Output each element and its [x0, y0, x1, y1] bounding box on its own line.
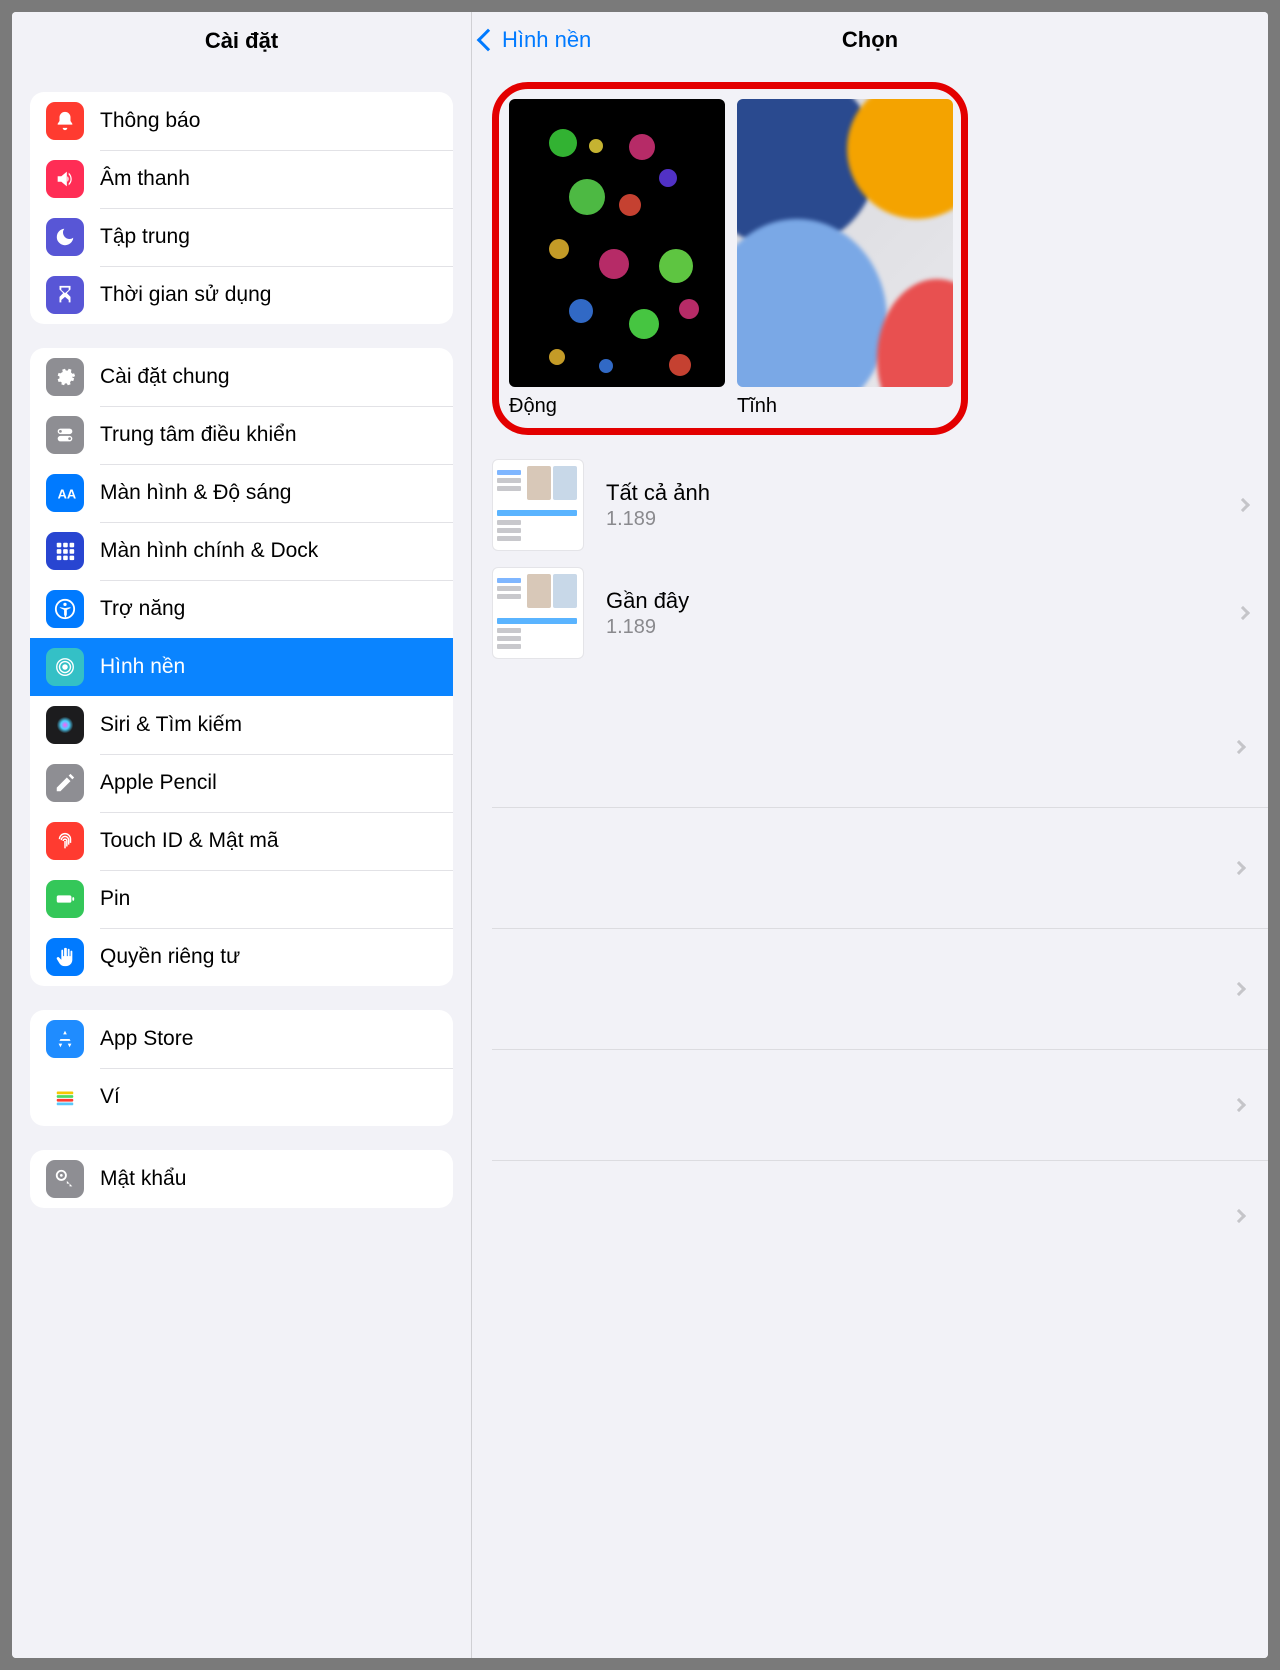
album-list: Tất cả ảnh1.189Gần đây1.189 — [472, 451, 1268, 667]
sidebar-item-grid[interactable]: Màn hình chính & Dock — [30, 522, 453, 580]
list-row[interactable] — [472, 687, 1268, 807]
back-label: Hình nền — [502, 27, 591, 53]
sidebar-item-label: Thông báo — [100, 109, 437, 133]
detail-title: Chọn — [842, 27, 898, 53]
sidebar-item-label: Touch ID & Mật mã — [100, 829, 437, 853]
list-row[interactable] — [472, 1161, 1268, 1271]
album-row[interactable]: Gần đây1.189 — [472, 559, 1268, 667]
display-icon: AA — [46, 474, 84, 512]
sidebar-item-siri[interactable]: Siri & Tìm kiếm — [30, 696, 453, 754]
appstore-icon — [46, 1020, 84, 1058]
sidebar-item-fingerprint[interactable]: Touch ID & Mật mã — [30, 812, 453, 870]
sidebar-item-label: Tập trung — [100, 225, 437, 249]
sidebar-title: Cài đặt — [12, 12, 471, 68]
detail-header: Hình nền Chọn — [472, 12, 1268, 68]
sidebar-item-label: Pin — [100, 887, 437, 911]
list-row[interactable] — [472, 929, 1268, 1049]
sidebar-item-moon[interactable]: Tập trung — [30, 208, 453, 266]
sidebar-item-speaker[interactable]: Âm thanh — [30, 150, 453, 208]
key-icon — [46, 1160, 84, 1198]
sidebar-section: Mật khẩu — [30, 1150, 453, 1208]
sidebar-item-hourglass[interactable]: Thời gian sử dụng — [30, 266, 453, 324]
speaker-icon — [46, 160, 84, 198]
sidebar-item-label: Trợ năng — [100, 597, 437, 621]
wallpaper-type-dynamic[interactable]: Động — [509, 99, 725, 418]
settings-sidebar: Cài đặt Thông báo Âm thanh Tập trung Thời g… — [12, 12, 472, 1658]
list-row[interactable] — [472, 808, 1268, 928]
sidebar-item-label: Thời gian sử dụng — [100, 283, 437, 307]
sidebar-item-label: Trung tâm điều khiển — [100, 423, 437, 447]
still-wallpaper-thumb — [737, 99, 953, 387]
chevron-right-icon — [1232, 982, 1246, 996]
chevron-right-icon — [1236, 606, 1250, 620]
sidebar-item-switches[interactable]: Trung tâm điều khiển — [30, 406, 453, 464]
album-title: Gần đây — [606, 588, 1238, 614]
back-button[interactable]: Hình nền — [480, 27, 591, 53]
accessibility-icon — [46, 590, 84, 628]
switches-icon — [46, 416, 84, 454]
sidebar-item-bell[interactable]: Thông báo — [30, 92, 453, 150]
sidebar-item-label: Âm thanh — [100, 167, 437, 191]
settings-split-view: Cài đặt Thông báo Âm thanh Tập trung Thời g… — [12, 12, 1268, 1658]
album-thumb — [492, 567, 584, 659]
pencil-icon — [46, 764, 84, 802]
sidebar-item-gear[interactable]: Cài đặt chung — [30, 348, 453, 406]
svg-text:AA: AA — [58, 487, 76, 502]
album-count: 1.189 — [606, 616, 1238, 639]
bell-icon — [46, 102, 84, 140]
sidebar-item-label: Cài đặt chung — [100, 365, 437, 389]
wallpaper-types-highlight: Động Tĩnh — [492, 82, 968, 435]
sidebar-item-key[interactable]: Mật khẩu — [30, 1150, 453, 1208]
album-row[interactable]: Tất cả ảnh1.189 — [472, 451, 1268, 559]
battery-icon — [46, 880, 84, 918]
grid-icon — [46, 532, 84, 570]
album-thumb — [492, 459, 584, 551]
sidebar-section: Cài đặt chung Trung tâm điều khiển AA Màn h… — [30, 348, 453, 986]
sidebar-item-label: Màn hình & Độ sáng — [100, 481, 437, 505]
dynamic-wallpaper-thumb — [509, 99, 725, 387]
additional-rows — [472, 687, 1268, 1271]
fingerprint-icon — [46, 822, 84, 860]
chevron-right-icon — [1232, 1209, 1246, 1223]
wallpaper-type-label: Động — [509, 395, 725, 418]
sidebar-section: Thông báo Âm thanh Tập trung Thời gian sử d… — [30, 92, 453, 324]
sidebar-item-label: Ví — [100, 1085, 437, 1109]
chevron-right-icon — [1232, 861, 1246, 875]
album-count: 1.189 — [606, 508, 1238, 531]
chevron-right-icon — [1232, 740, 1246, 754]
wallpaper-type-still[interactable]: Tĩnh — [737, 99, 953, 418]
sidebar-item-label: Hình nền — [100, 655, 437, 679]
sidebar-item-label: App Store — [100, 1027, 437, 1051]
hourglass-icon — [46, 276, 84, 314]
siri-icon — [46, 706, 84, 744]
sidebar-item-label: Màn hình chính & Dock — [100, 539, 437, 563]
detail-content: ĐộngTĩnh Tất cả ảnh1.189Gần đây1.189 — [472, 68, 1268, 1658]
sidebar-item-label: Siri & Tìm kiếm — [100, 713, 437, 737]
chevron-right-icon — [1236, 498, 1250, 512]
detail-panel: Hình nền Chọn ĐộngTĩnh Tất cả ảnh1.189Gầ… — [472, 12, 1268, 1658]
sidebar-item-pencil[interactable]: Apple Pencil — [30, 754, 453, 812]
sidebar-section: App Store Ví — [30, 1010, 453, 1126]
wallet-icon — [46, 1078, 84, 1116]
sidebar-item-hand[interactable]: Quyền riêng tư — [30, 928, 453, 986]
moon-icon — [46, 218, 84, 256]
sidebar-item-label: Apple Pencil — [100, 771, 437, 795]
sidebar-item-accessibility[interactable]: Trợ năng — [30, 580, 453, 638]
sidebar-item-wallpaper[interactable]: Hình nền — [30, 638, 453, 696]
list-row[interactable] — [472, 1050, 1268, 1160]
sidebar-item-label: Quyền riêng tư — [100, 945, 437, 969]
wallpaper-icon — [46, 648, 84, 686]
sidebar-item-wallet[interactable]: Ví — [30, 1068, 453, 1126]
sidebar-item-battery[interactable]: Pin — [30, 870, 453, 928]
album-title: Tất cả ảnh — [606, 480, 1238, 506]
wallpaper-type-label: Tĩnh — [737, 395, 953, 418]
sidebar-item-label: Mật khẩu — [100, 1167, 437, 1191]
hand-icon — [46, 938, 84, 976]
gear-icon — [46, 358, 84, 396]
sidebar-item-display[interactable]: AA Màn hình & Độ sáng — [30, 464, 453, 522]
sidebar-item-appstore[interactable]: App Store — [30, 1010, 453, 1068]
chevron-right-icon — [1232, 1098, 1246, 1112]
